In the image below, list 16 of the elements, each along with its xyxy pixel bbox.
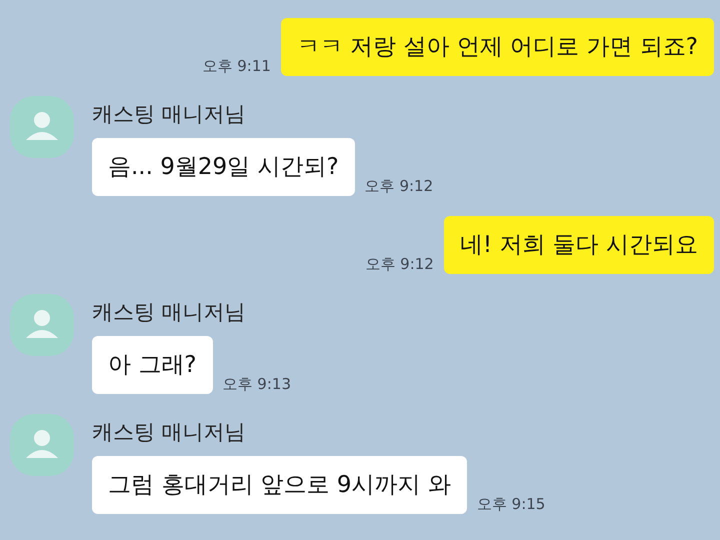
avatar-icon — [10, 414, 74, 476]
message-time: 오후 9:12 — [364, 177, 434, 196]
message-bubble: 아 그래? — [92, 336, 213, 394]
sender-name: 캐스팅 매니저님 — [92, 419, 247, 446]
avatar-icon — [10, 96, 74, 158]
message-time: 오후 9:13 — [222, 375, 291, 394]
avatar-icon — [10, 294, 74, 356]
message-time: 오후 9:15 — [476, 495, 546, 514]
message-bubble: 그럼 홍대거리 앞으로 9시까지 와 — [92, 456, 467, 514]
message-bubble: 네! 저희 둘다 시간되요 — [444, 216, 714, 274]
message-bubble: 음... 9월29일 시간되? — [92, 138, 355, 196]
message-time: 오후 9:11 — [202, 57, 271, 76]
message-bubble: ㅋㅋ 저랑 설아 언제 어디로 가면 되죠? — [280, 18, 714, 76]
sender-name: 캐스팅 매니저님 — [92, 299, 247, 326]
sender-name: 캐스팅 매니저님 — [92, 101, 247, 128]
message-time: 오후 9:12 — [365, 255, 434, 274]
